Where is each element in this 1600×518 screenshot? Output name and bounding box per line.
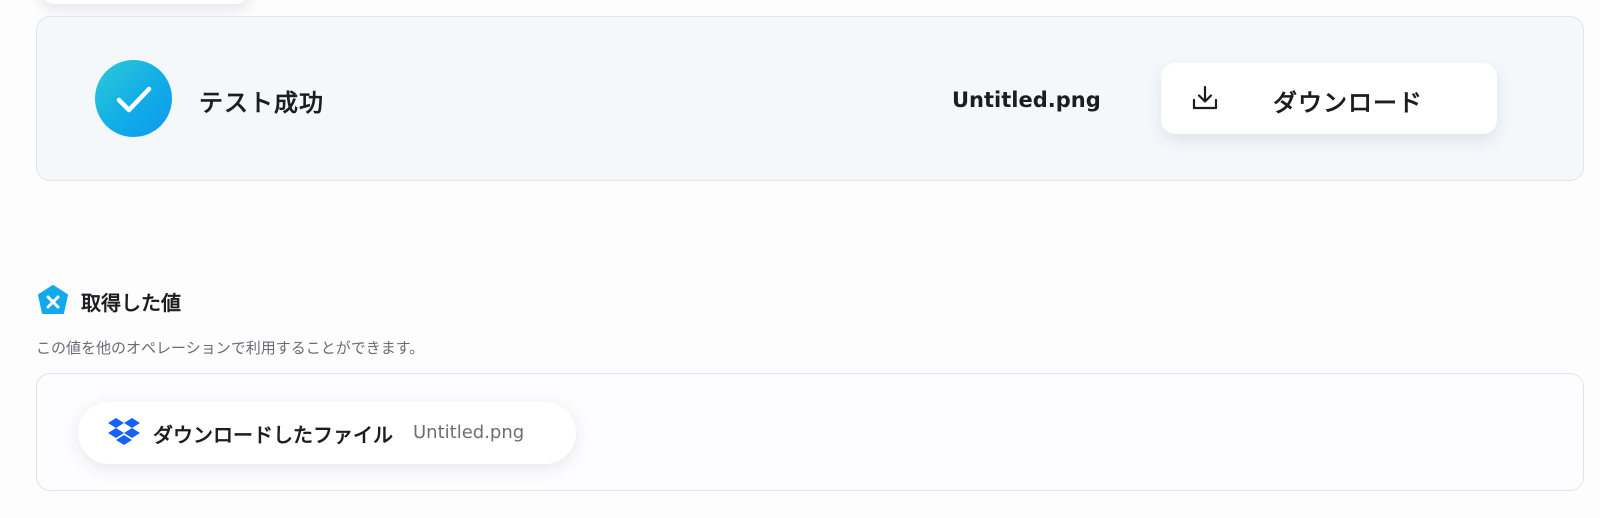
test-status-text: テスト成功 (199, 89, 324, 117)
retrieved-values-description: この値を他のオペレーションで利用することができます。 (36, 339, 425, 357)
check-icon (95, 60, 172, 137)
result-file-name: Untitled.png (952, 88, 1101, 112)
value-chip-value: Untitled.png (413, 422, 525, 443)
value-chip-label: ダウンロードしたファイル (153, 423, 393, 447)
retrieved-values-card: ダウンロードしたファイル Untitled.png (36, 373, 1584, 491)
test-result-card: テスト成功 Untitled.png ダウンロード (36, 16, 1584, 181)
yoom-x-icon (36, 284, 70, 318)
previous-panel-edge (40, 0, 250, 4)
download-button-label: ダウンロード (1273, 89, 1423, 117)
dropbox-icon (108, 417, 140, 447)
retrieved-values-title: 取得した値 (81, 291, 181, 315)
value-chip-downloaded-file[interactable]: ダウンロードしたファイル Untitled.png (78, 402, 576, 464)
download-icon (1191, 84, 1219, 112)
download-button[interactable]: ダウンロード (1161, 63, 1497, 134)
